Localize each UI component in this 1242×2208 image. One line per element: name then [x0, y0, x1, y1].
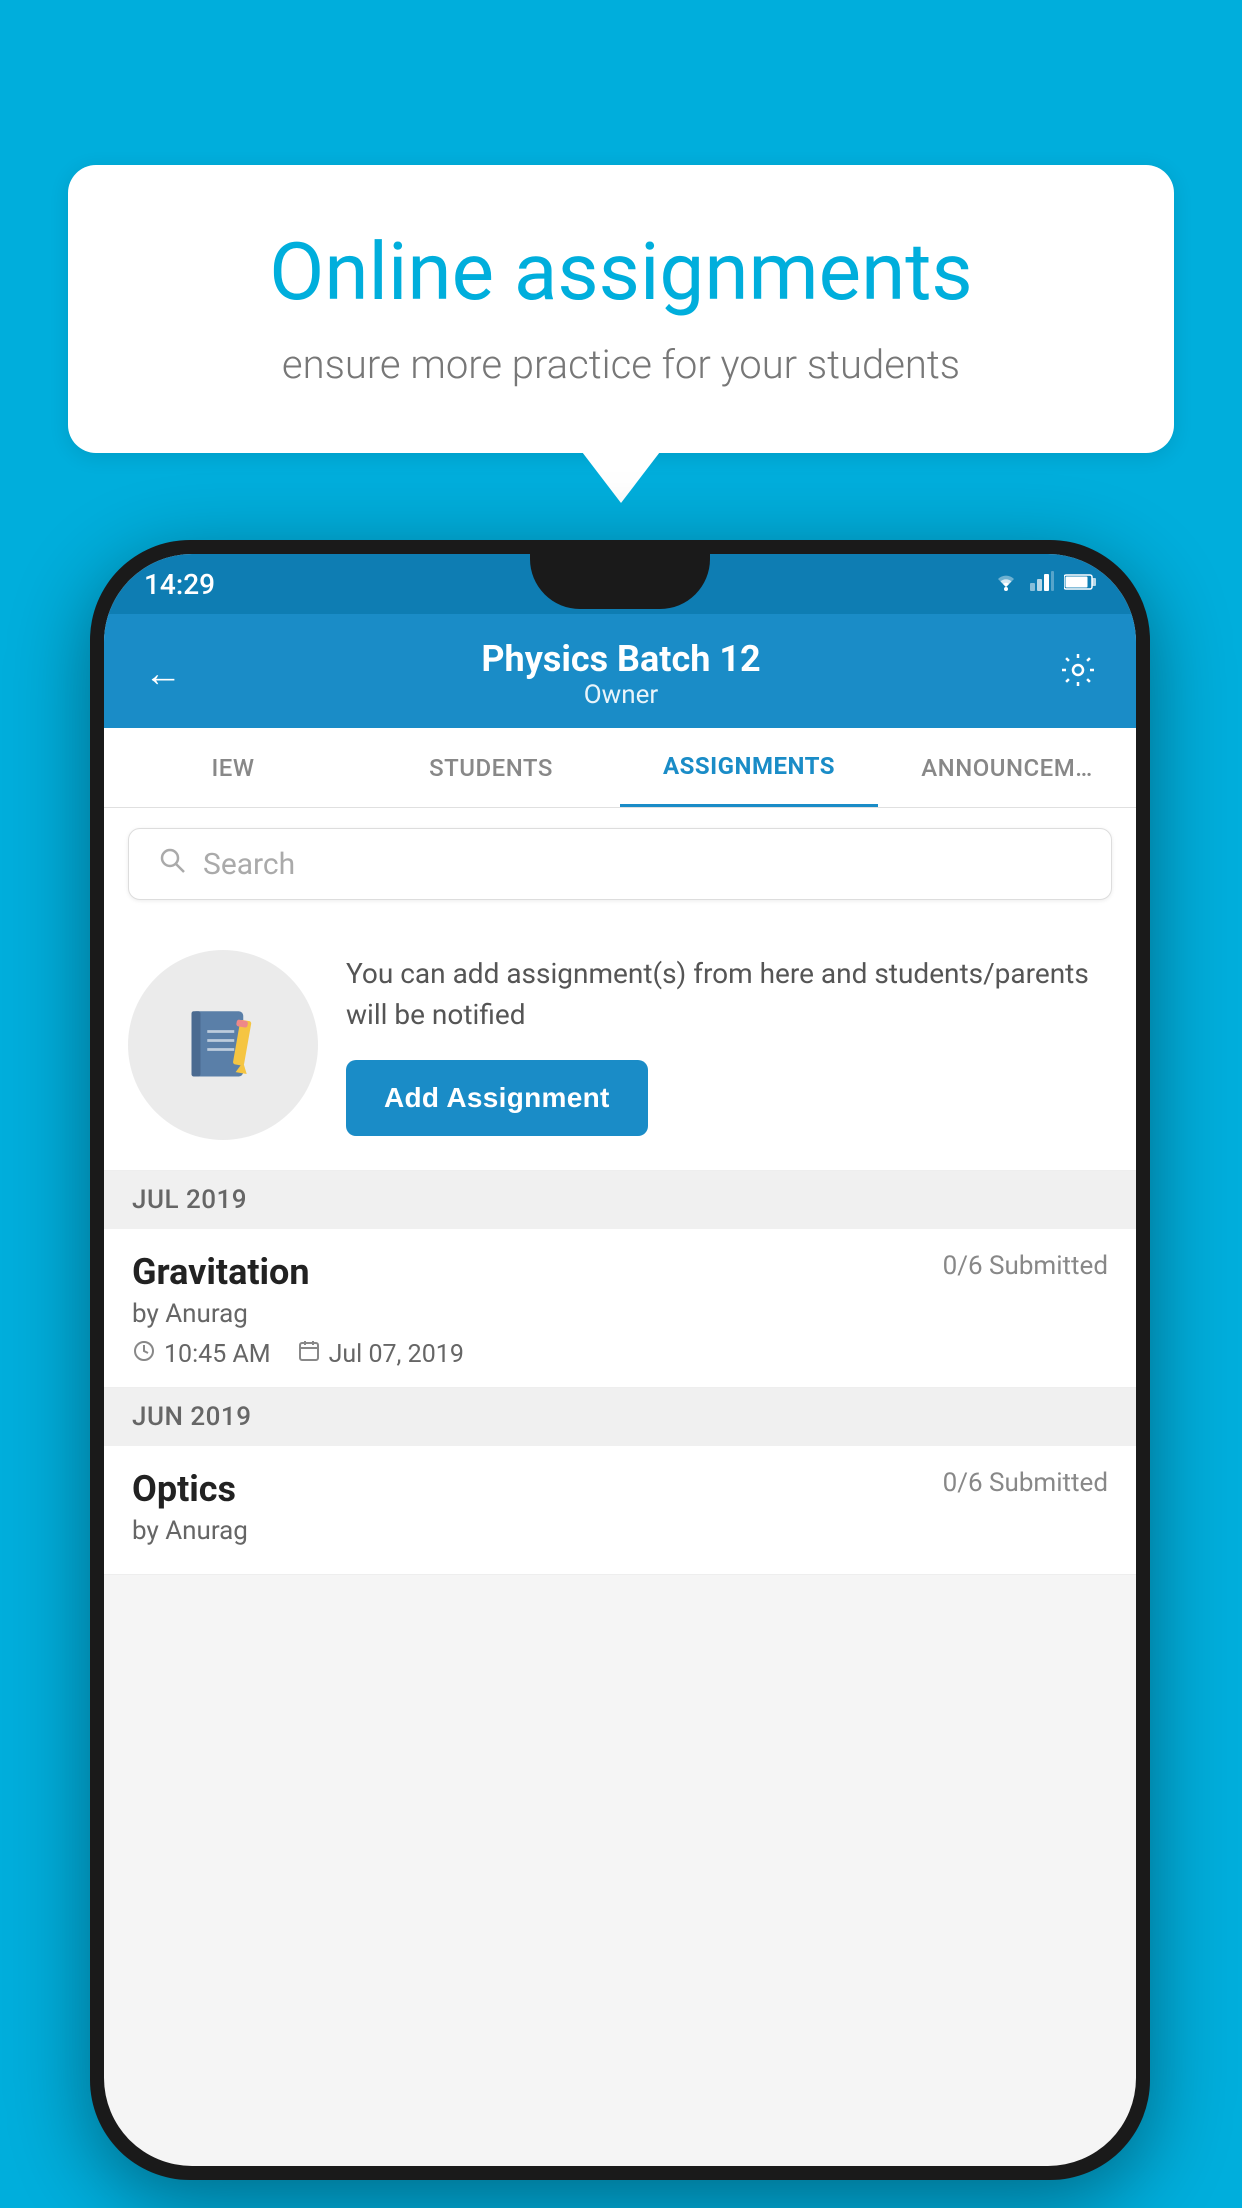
assignment-submitted-optics: 0/6 Submitted: [943, 1468, 1108, 1498]
assignment-author-gravitation: by Anurag: [132, 1299, 1108, 1329]
tab-iew[interactable]: IEW: [104, 728, 362, 807]
section-header-jul: JUL 2019: [104, 1171, 1136, 1229]
app-header: ← Physics Batch 12 Owner: [104, 614, 1136, 728]
status-icons: [992, 571, 1096, 597]
phone-screen: 14:29: [104, 554, 1136, 2166]
assignment-date: Jul 07, 2019: [297, 1339, 464, 1369]
speech-bubble: Online assignments ensure more practice …: [68, 165, 1174, 453]
tab-announcements[interactable]: ANNOUNCEM…: [878, 728, 1136, 807]
gravitation-time: 10:45 AM: [164, 1340, 271, 1369]
clock-icon: [132, 1339, 156, 1369]
phone-frame: 14:29: [90, 540, 1150, 2180]
assignment-author-optics: by Anurag: [132, 1516, 1108, 1546]
optics-item-top: Optics 0/6 Submitted: [132, 1468, 1108, 1510]
assignment-prompt-desc: You can add assignment(s) from here and …: [346, 954, 1112, 1035]
calendar-icon: [297, 1339, 321, 1369]
tab-students[interactable]: STUDENTS: [362, 728, 620, 807]
assignment-item-optics[interactable]: Optics 0/6 Submitted by Anurag: [104, 1446, 1136, 1575]
add-assignment-button[interactable]: Add Assignment: [346, 1060, 648, 1136]
tab-bar: IEW STUDENTS ASSIGNMENTS ANNOUNCEM…: [104, 728, 1136, 808]
content-area: Search: [104, 808, 1136, 1575]
assignment-item-top: Gravitation 0/6 Submitted: [132, 1251, 1108, 1293]
assignment-name-gravitation: Gravitation: [132, 1251, 310, 1293]
status-time: 14:29: [144, 568, 215, 601]
gravitation-date: Jul 07, 2019: [329, 1340, 464, 1369]
search-icon: [157, 845, 187, 883]
speech-bubble-title: Online assignments: [138, 225, 1104, 319]
header-subtitle: Owner: [481, 680, 760, 710]
assignment-meta-gravitation: 10:45 AM Jul 07, 2019: [132, 1339, 1108, 1369]
status-bar: 14:29: [104, 554, 1136, 614]
wifi-icon: [992, 571, 1020, 597]
assignment-prompt: You can add assignment(s) from here and …: [104, 920, 1136, 1171]
search-placeholder: Search: [203, 847, 295, 882]
search-bar-container: Search: [104, 808, 1136, 920]
speech-bubble-container: Online assignments ensure more practice …: [68, 165, 1174, 453]
settings-icon[interactable]: [1060, 652, 1096, 697]
back-button[interactable]: ←: [144, 652, 182, 696]
assignment-name-optics: Optics: [132, 1468, 236, 1510]
notch: [530, 554, 710, 609]
header-title: Physics Batch 12: [481, 638, 760, 680]
assignment-item-gravitation[interactable]: Gravitation 0/6 Submitted by Anurag 10:4…: [104, 1229, 1136, 1388]
assignment-icon-circle: [128, 950, 318, 1140]
speech-bubble-subtitle: ensure more practice for your students: [138, 341, 1104, 388]
tab-assignments[interactable]: ASSIGNMENTS: [620, 728, 878, 807]
header-title-group: Physics Batch 12 Owner: [481, 638, 760, 710]
battery-icon: [1064, 572, 1096, 597]
signal-icon: [1030, 571, 1054, 597]
assignment-prompt-text: You can add assignment(s) from here and …: [346, 954, 1112, 1135]
assignment-time: 10:45 AM: [132, 1339, 271, 1369]
assignment-submitted-gravitation: 0/6 Submitted: [943, 1251, 1108, 1281]
section-header-jun: JUN 2019: [104, 1388, 1136, 1446]
search-bar[interactable]: Search: [128, 828, 1112, 900]
